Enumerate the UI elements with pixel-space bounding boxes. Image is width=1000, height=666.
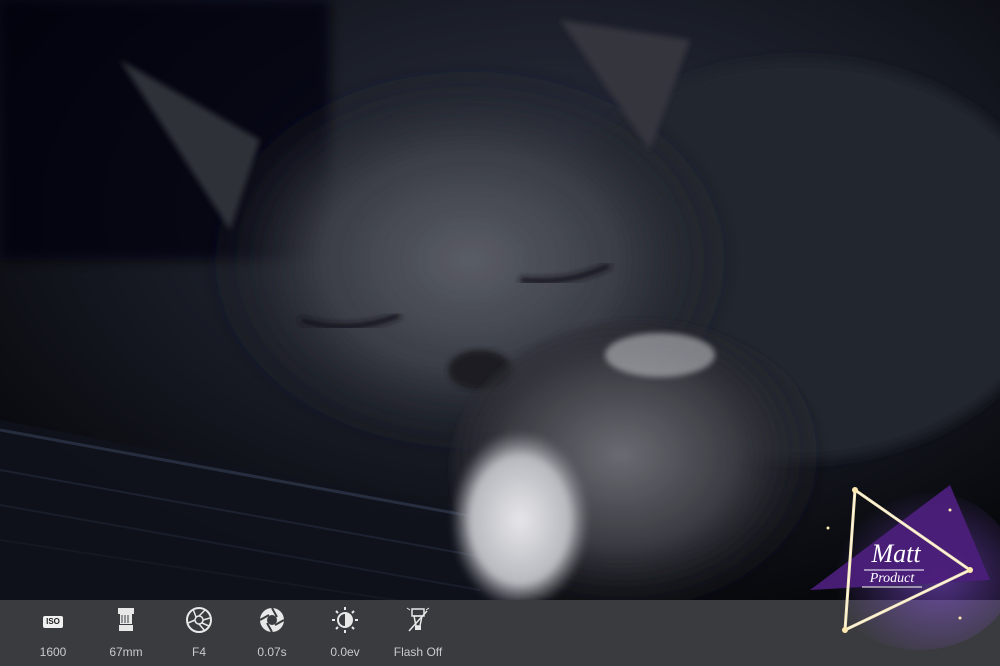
matt-product-watermark: Matt Product — [800, 470, 1000, 650]
watermark-subtitle: Product — [869, 571, 916, 586]
exif-exposure: 0.0ev — [309, 606, 381, 662]
aperture-value: F4 — [191, 645, 206, 659]
watermark-title: Matt — [870, 539, 921, 568]
exif-aperture: F4 — [163, 606, 235, 662]
exposure-icon — [309, 606, 381, 634]
lens-icon — [90, 606, 162, 634]
exif-iso: ISO 1600 — [17, 606, 89, 662]
exif-shutter: 0.07s — [236, 606, 308, 662]
focal-length-value: 67mm — [109, 645, 143, 659]
flash-value: Flash Off — [393, 645, 443, 659]
iso-icon: ISO — [17, 606, 89, 634]
shutter-value: 0.07s — [257, 645, 287, 659]
exif-focal-length: 67mm — [90, 606, 162, 662]
aperture-icon — [163, 606, 235, 634]
shutter-icon — [236, 606, 308, 634]
iso-value: 1600 — [39, 645, 67, 659]
exif-flash: Flash Off — [382, 606, 454, 662]
exposure-value: 0.0ev — [330, 645, 360, 659]
photo-viewer: ISO 1600 67mm F4 0.07s 0.0ev Flash Off M… — [0, 0, 1000, 666]
flash-icon — [382, 606, 454, 634]
